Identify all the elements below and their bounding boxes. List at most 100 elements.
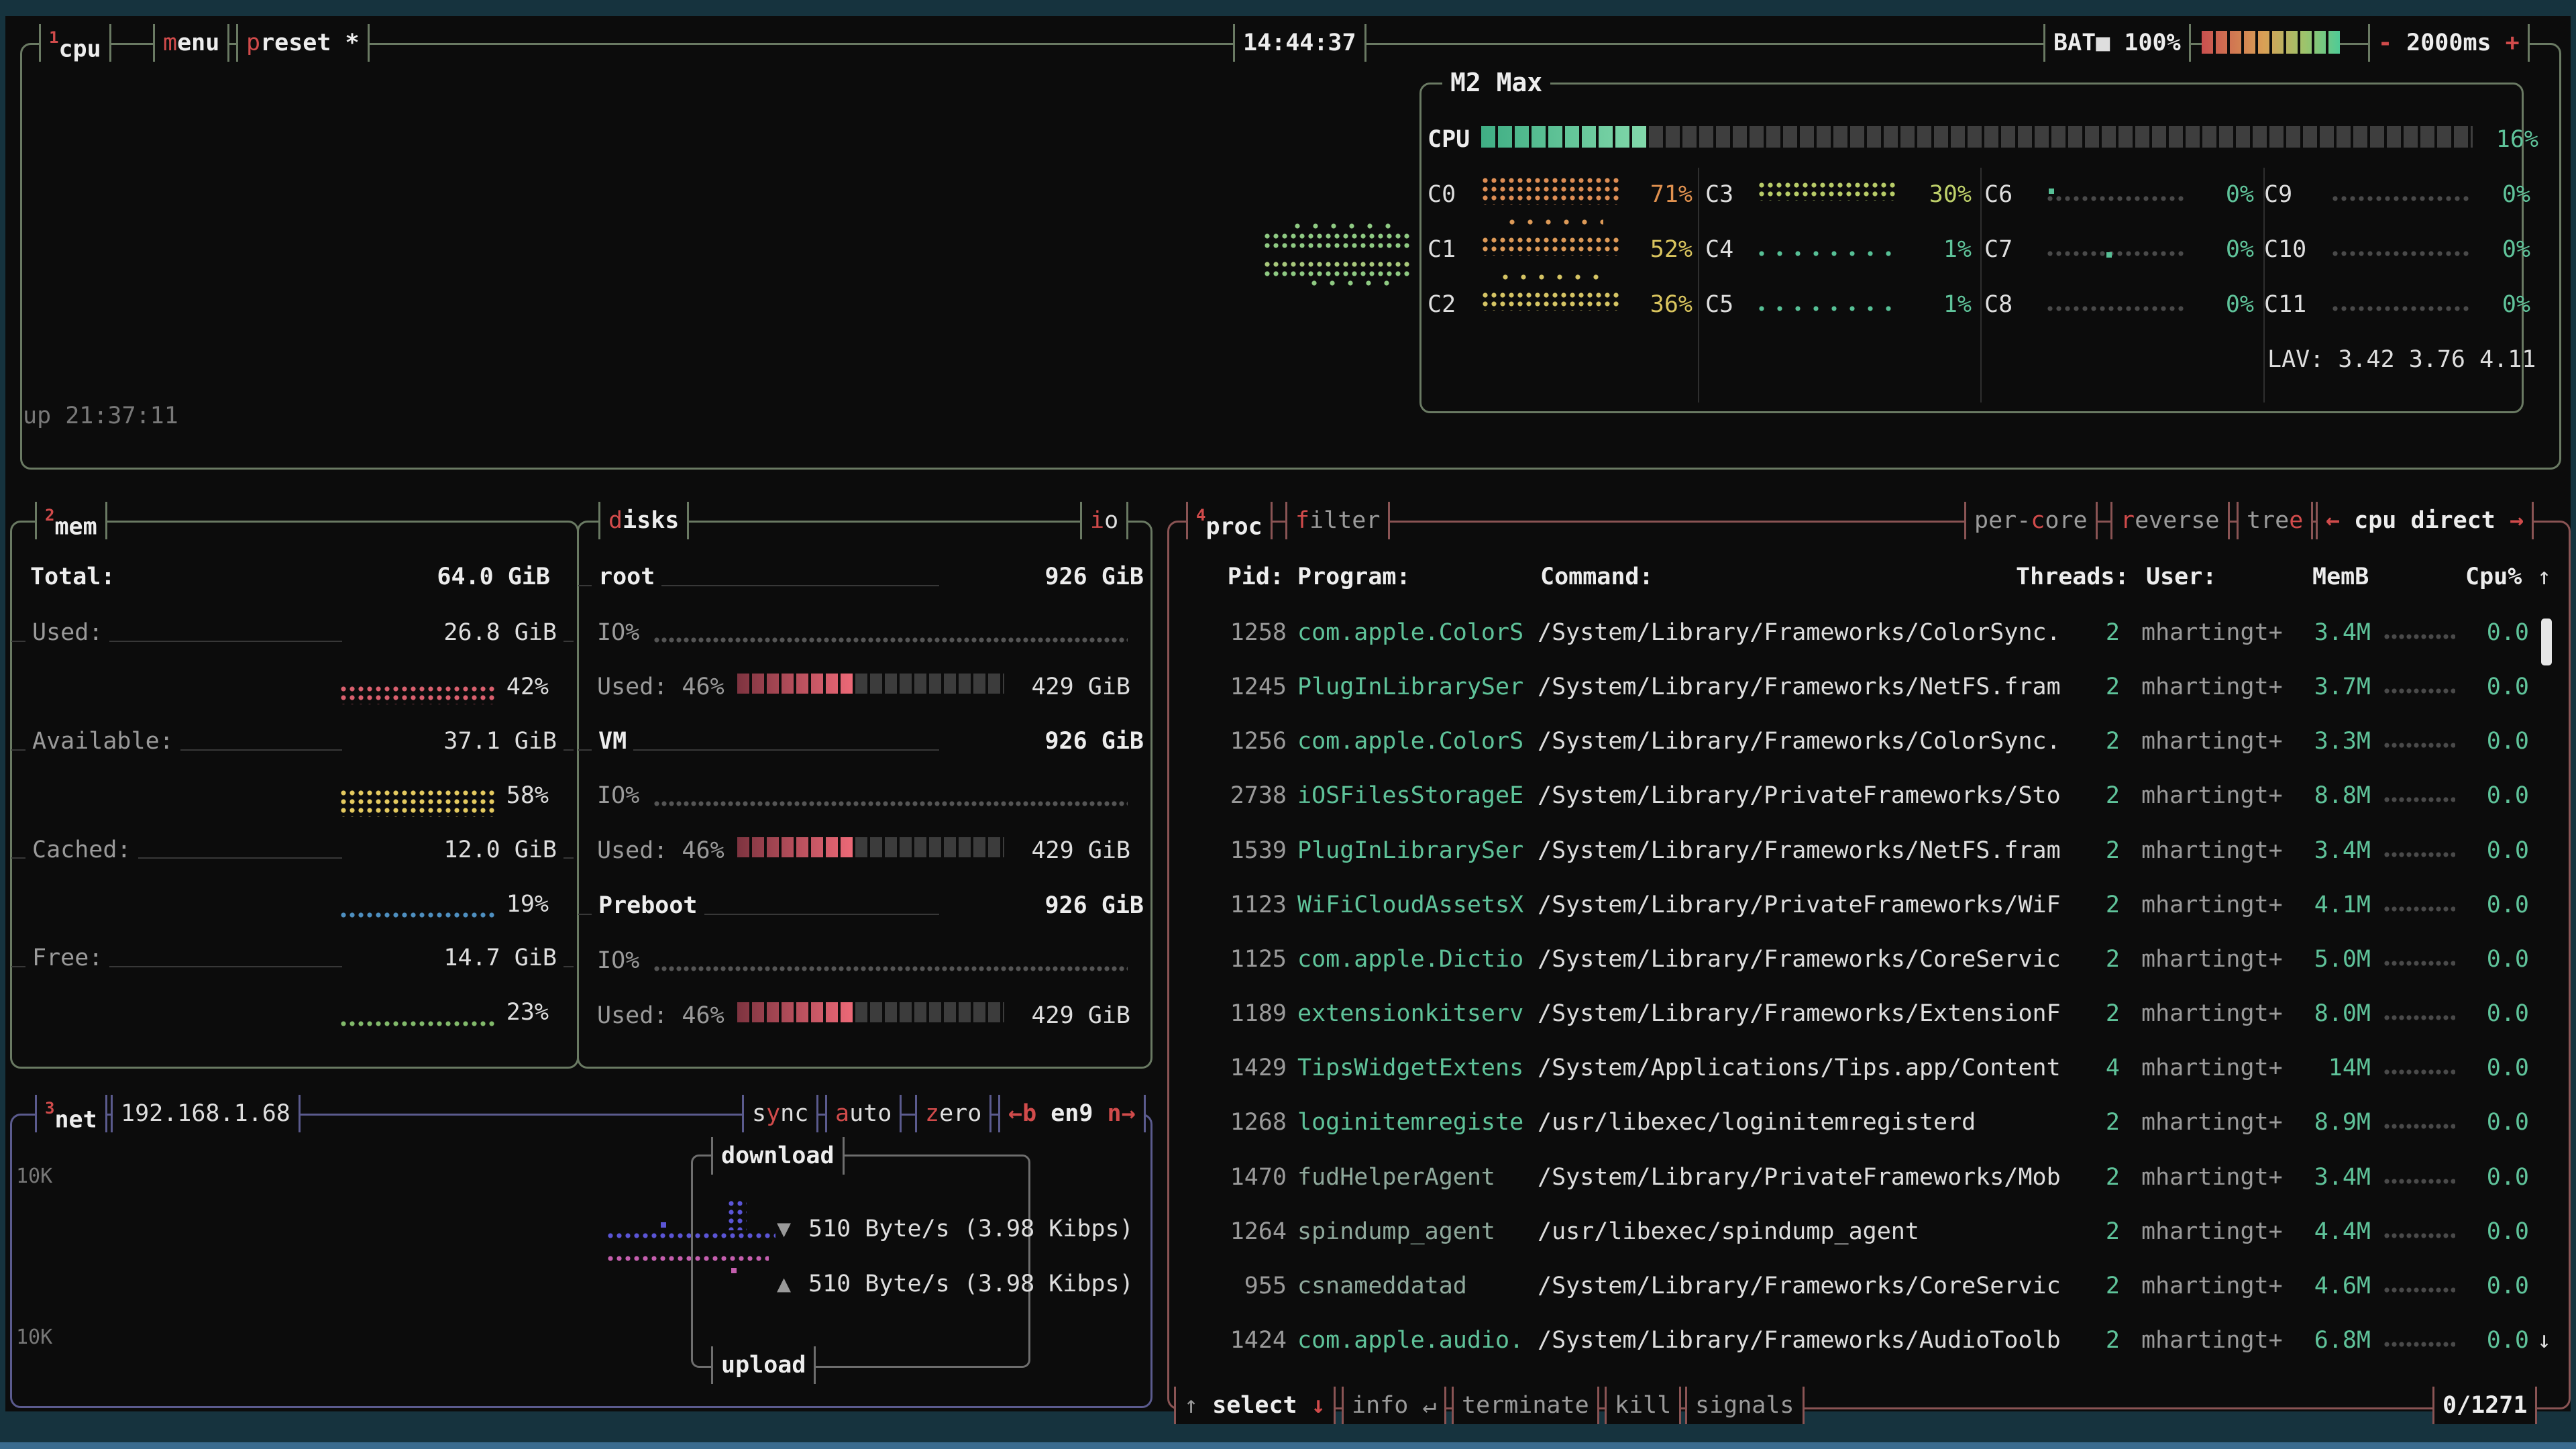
disk-used-value: 429 GiB: [993, 836, 1130, 865]
mem-used-percent: 42%: [470, 672, 549, 702]
proc-pid: 1264: [1201, 1217, 1287, 1246]
proc-program: iOSFilesStorageE: [1297, 781, 1523, 810]
net-next-button[interactable]: n→: [1108, 1100, 1136, 1127]
proc-select-button[interactable]: ↑ select ↓: [1174, 1387, 1336, 1424]
proc-sort-next-icon[interactable]: →: [2510, 507, 2524, 534]
proc-user: mhartingt+: [2141, 1163, 2283, 1192]
interval-decrease-button[interactable]: -: [2378, 30, 2392, 56]
tab-preset-label: reset *: [260, 30, 360, 56]
net-hotkey: 3: [45, 1099, 54, 1118]
proc-pid: 1424: [1201, 1326, 1287, 1355]
proc-hotkey: 4: [1196, 506, 1205, 525]
proc-sort-switcher[interactable]: ← cpu direct →: [2316, 502, 2534, 539]
proc-threads: 2: [2053, 1326, 2120, 1355]
core-label: C0: [1428, 180, 1456, 209]
net-zero-button[interactable]: zero: [915, 1095, 991, 1132]
proc-cpu: 0.0: [2455, 727, 2529, 756]
net-info-box: [691, 1155, 1030, 1368]
proc-program: PlugInLibrarySer: [1297, 672, 1523, 702]
proc-program: com.apple.ColorS: [1297, 727, 1523, 756]
proc-threads: 2: [2053, 890, 2120, 920]
proc-reverse-button[interactable]: reverse: [2110, 502, 2230, 539]
proc-cpu: 0.0: [2455, 618, 2529, 647]
tab-mem[interactable]: 2mem: [35, 502, 107, 539]
mem-cached-label: Cached:: [25, 835, 138, 865]
btop-system-monitor: 1cpu menu preset * 14:44:37 BAT■ 100% - …: [0, 0, 2576, 1449]
net-download-graph-dot: [661, 1222, 666, 1228]
menu-hotkey: m: [163, 30, 177, 56]
proc-cpu-graph: [2384, 852, 2455, 859]
proc-tree-button[interactable]: tree: [2237, 502, 2313, 539]
proc-sort-prev-icon[interactable]: ←: [2326, 507, 2340, 534]
select-down-icon[interactable]: ↓: [1311, 1392, 1326, 1419]
select-up-icon[interactable]: ↑: [1184, 1392, 1198, 1419]
proc-cpu: 0.0: [2455, 890, 2529, 920]
disk-used-meter-fill: [737, 1002, 855, 1022]
proc-mem: 3.7M: [2281, 672, 2371, 702]
proc-signals-button[interactable]: signals: [1685, 1387, 1805, 1424]
proc-info-button[interactable]: info ↵: [1342, 1387, 1446, 1424]
mem-total-value: 64.0 GiB: [349, 562, 550, 592]
core-percent: 0%: [2147, 235, 2254, 264]
proc-user: mhartingt+: [2141, 1053, 2283, 1083]
mem-cached-percent: 19%: [470, 890, 549, 919]
mem-available-label: Available:: [25, 727, 180, 756]
disk-io-meter: [654, 637, 1128, 645]
tab-menu[interactable]: menu: [153, 24, 229, 62]
proc-threads: 4: [2053, 1053, 2120, 1083]
tab-menu-label: enu: [177, 30, 219, 56]
proc-command: /usr/libexec/spindump_agent: [1538, 1217, 1919, 1246]
proc-filter-button[interactable]: filter: [1285, 502, 1390, 539]
proc-terminate-button[interactable]: terminate: [1452, 1387, 1599, 1424]
proc-program: loginitemregiste: [1297, 1108, 1523, 1137]
download-speed: 510 Byte/s (3.98 Kibps): [808, 1214, 1134, 1244]
proc-command: /System/Library/Frameworks/NetFS.fram: [1538, 672, 2061, 702]
core-percent: 30%: [1865, 180, 1972, 209]
proc-kill-button[interactable]: kill: [1605, 1387, 1681, 1424]
header-cpu[interactable]: Cpu%: [2465, 562, 2522, 592]
tab-proc[interactable]: 4proc: [1186, 502, 1273, 539]
core-label: C8: [1984, 290, 2012, 319]
tab-cpu[interactable]: 1cpu: [39, 24, 111, 62]
proc-cpu: 0.0: [2455, 1217, 2529, 1246]
proc-scrollbar-thumb[interactable]: [2541, 619, 2552, 665]
tab-net-label: net: [54, 1107, 97, 1134]
header-program[interactable]: Program:: [1297, 562, 1411, 592]
header-mem[interactable]: MemB: [2312, 562, 2369, 592]
core-column-divider: [1980, 168, 1982, 402]
proc-threads: 2: [2053, 618, 2120, 647]
net-sync-button[interactable]: sync: [742, 1095, 818, 1132]
net-interface-switcher[interactable]: ←b en9 n→: [998, 1095, 1146, 1132]
proc-mem: 4.6M: [2281, 1271, 2371, 1301]
tab-preset[interactable]: preset *: [236, 24, 370, 62]
net-prev-button[interactable]: ←b: [1008, 1100, 1036, 1127]
header-threads[interactable]: Threads:: [2016, 562, 2129, 592]
proc-mem: 4.4M: [2281, 1217, 2371, 1246]
proc-threads: 2: [2053, 727, 2120, 756]
scroll-down-icon[interactable]: ↓: [2537, 1326, 2551, 1355]
proc-pid: 955: [1201, 1271, 1287, 1301]
proc-program: csnameddatad: [1297, 1271, 1467, 1301]
proc-percore-button[interactable]: per-core: [1964, 502, 2098, 539]
interval-increase-button[interactable]: +: [2506, 30, 2520, 56]
proc-cpu-graph: [2384, 634, 2455, 641]
core-label: C10: [2264, 235, 2306, 264]
proc-cpu: 0.0: [2455, 1326, 2529, 1355]
header-command[interactable]: Command:: [1540, 562, 1654, 592]
proc-command: /System/Library/Frameworks/AudioToolb: [1538, 1326, 2061, 1355]
core-label: C11: [2264, 290, 2306, 319]
tab-disks[interactable]: disks: [598, 502, 689, 539]
tab-io[interactable]: io: [1080, 502, 1128, 539]
tab-net[interactable]: 3net: [35, 1095, 107, 1132]
proc-threads: 2: [2053, 1271, 2120, 1301]
disk-io-meter: [654, 801, 1128, 808]
header-user[interactable]: User:: [2146, 562, 2216, 592]
proc-program: WiFiCloudAssetsX: [1297, 890, 1523, 920]
net-auto-button[interactable]: auto: [825, 1095, 902, 1132]
disk-name: root: [592, 562, 661, 592]
proc-command: /System/Library/PrivateFrameworks/Mob: [1538, 1163, 2061, 1192]
mem-free-percent: 23%: [470, 998, 549, 1027]
proc-user: mhartingt+: [2141, 1326, 2283, 1355]
header-pid[interactable]: Pid:: [1208, 562, 1284, 592]
proc-pid: 1258: [1201, 618, 1287, 647]
